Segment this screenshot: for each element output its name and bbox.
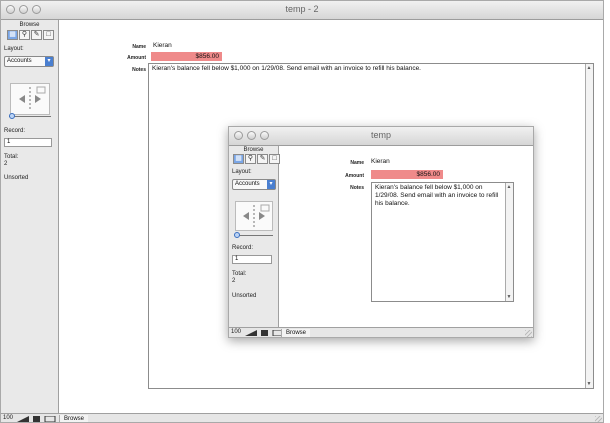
scroll-up-icon[interactable]: ▲ bbox=[506, 184, 512, 190]
inner-window-title: temp bbox=[370, 130, 391, 140]
inner-mode-label: Browse bbox=[243, 147, 264, 153]
book-pages-icon bbox=[243, 204, 270, 227]
zoom-controls-icon[interactable] bbox=[17, 416, 57, 422]
layout-popup[interactable]: Accounts ▾ bbox=[4, 56, 54, 67]
total-label: Total: bbox=[4, 154, 19, 160]
inner-total-value: 2 bbox=[232, 278, 236, 284]
inner-mode-toolbar: ▦ ⚲ ✎ □ bbox=[233, 154, 280, 164]
inner-window: temp Browse ▦ ⚲ ✎ □ Layout: Accounts ▾ R… bbox=[228, 126, 534, 338]
resize-grip-icon[interactable] bbox=[525, 330, 532, 337]
inner-record-book-icon[interactable] bbox=[235, 201, 273, 231]
preview-mode-icon[interactable]: □ bbox=[43, 30, 54, 40]
inner-status-area: Browse ▦ ⚲ ✎ □ Layout: Accounts ▾ Record… bbox=[229, 146, 280, 328]
inner-name-field[interactable]: Kieran bbox=[371, 158, 390, 165]
browse-mode-icon[interactable]: ▦ bbox=[7, 30, 18, 40]
record-input[interactable]: 1 bbox=[4, 138, 52, 147]
inner-record-slider-knob[interactable] bbox=[234, 232, 240, 238]
zoom-controls-icon[interactable] bbox=[245, 330, 285, 336]
scroll-down-icon[interactable]: ▼ bbox=[586, 381, 592, 387]
bottom-bar: 100 Browse bbox=[1, 413, 603, 422]
main-titlebar[interactable]: temp - 2 bbox=[1, 1, 603, 20]
notes-text: Kieran's balance fell below $1,000 on 1/… bbox=[152, 65, 421, 72]
record-book-icon[interactable] bbox=[10, 83, 50, 115]
layout-label: Layout: bbox=[4, 46, 24, 52]
total-value: 2 bbox=[4, 161, 8, 167]
inner-amount-label: Amount bbox=[345, 173, 364, 179]
name-label: Name bbox=[132, 44, 146, 50]
record-slider[interactable] bbox=[9, 116, 51, 117]
status-area: Browse ▦ ⚲ ✎ □ Layout: Accounts ▾ Record… bbox=[1, 20, 59, 413]
layout-value: Accounts bbox=[7, 58, 32, 64]
inner-content-area: Name Kieran Amount $856.00 Notes Kieran'… bbox=[280, 146, 533, 328]
amount-label: Amount bbox=[127, 55, 146, 61]
resize-grip-icon[interactable] bbox=[595, 416, 602, 422]
scroll-down-icon[interactable]: ▼ bbox=[506, 294, 512, 300]
inner-layout-value: Accounts bbox=[235, 181, 260, 187]
popup-arrow-icon: ▾ bbox=[267, 180, 275, 189]
book-pages-icon bbox=[19, 86, 46, 111]
find-mode-icon[interactable]: ⚲ bbox=[19, 30, 30, 40]
inner-sort-status: Unsorted bbox=[232, 293, 257, 299]
inner-zoom-level[interactable]: 100 bbox=[231, 329, 241, 335]
scroll-up-icon[interactable]: ▲ bbox=[586, 65, 592, 71]
inner-bottom-bar: 100 Browse bbox=[229, 327, 533, 337]
find-mode-icon[interactable]: ⚲ bbox=[245, 154, 256, 164]
inner-record-slider[interactable] bbox=[235, 235, 273, 236]
inner-notes-label: Notes bbox=[350, 185, 364, 191]
inner-name-label: Name bbox=[350, 160, 364, 166]
layout-mode-icon[interactable]: ✎ bbox=[257, 154, 268, 164]
window-title: temp - 2 bbox=[285, 4, 319, 14]
notes-label: Notes bbox=[132, 67, 146, 73]
record-slider-knob[interactable] bbox=[9, 113, 15, 119]
notes-scrollbar[interactable]: ▲ ▼ bbox=[585, 64, 593, 388]
inner-notes-scrollbar[interactable]: ▲ ▼ bbox=[505, 183, 513, 301]
mode-label: Browse bbox=[19, 22, 40, 28]
inner-layout-popup[interactable]: Accounts ▾ bbox=[232, 179, 276, 190]
mode-toolbar: ▦ ⚲ ✎ □ bbox=[7, 30, 54, 40]
inner-total-label: Total: bbox=[232, 271, 247, 277]
browse-mode-icon[interactable]: ▦ bbox=[233, 154, 244, 164]
popup-arrow-icon: ▾ bbox=[45, 57, 53, 66]
inner-notes-text: Kieran's balance fell below $1,000 on 1/… bbox=[375, 184, 499, 207]
inner-notes-field[interactable]: Kieran's balance fell below $1,000 on 1/… bbox=[371, 182, 514, 302]
zoom-level[interactable]: 100 bbox=[3, 415, 13, 421]
name-field[interactable]: Kieran bbox=[153, 42, 172, 49]
inner-layout-label: Layout: bbox=[232, 169, 252, 175]
layout-mode-icon[interactable]: ✎ bbox=[31, 30, 42, 40]
preview-mode-icon[interactable]: □ bbox=[269, 154, 280, 164]
mode-indicator[interactable]: Browse bbox=[59, 415, 89, 422]
sort-status: Unsorted bbox=[4, 175, 29, 181]
inner-record-label: Record: bbox=[232, 245, 254, 251]
record-label: Record: bbox=[4, 128, 26, 134]
inner-record-input[interactable]: 1 bbox=[232, 255, 272, 264]
inner-amount-field[interactable]: $856.00 bbox=[371, 170, 443, 179]
inner-titlebar[interactable]: temp bbox=[229, 127, 533, 146]
amount-field[interactable]: $856.00 bbox=[151, 52, 222, 61]
inner-mode-indicator[interactable]: Browse bbox=[281, 329, 311, 337]
